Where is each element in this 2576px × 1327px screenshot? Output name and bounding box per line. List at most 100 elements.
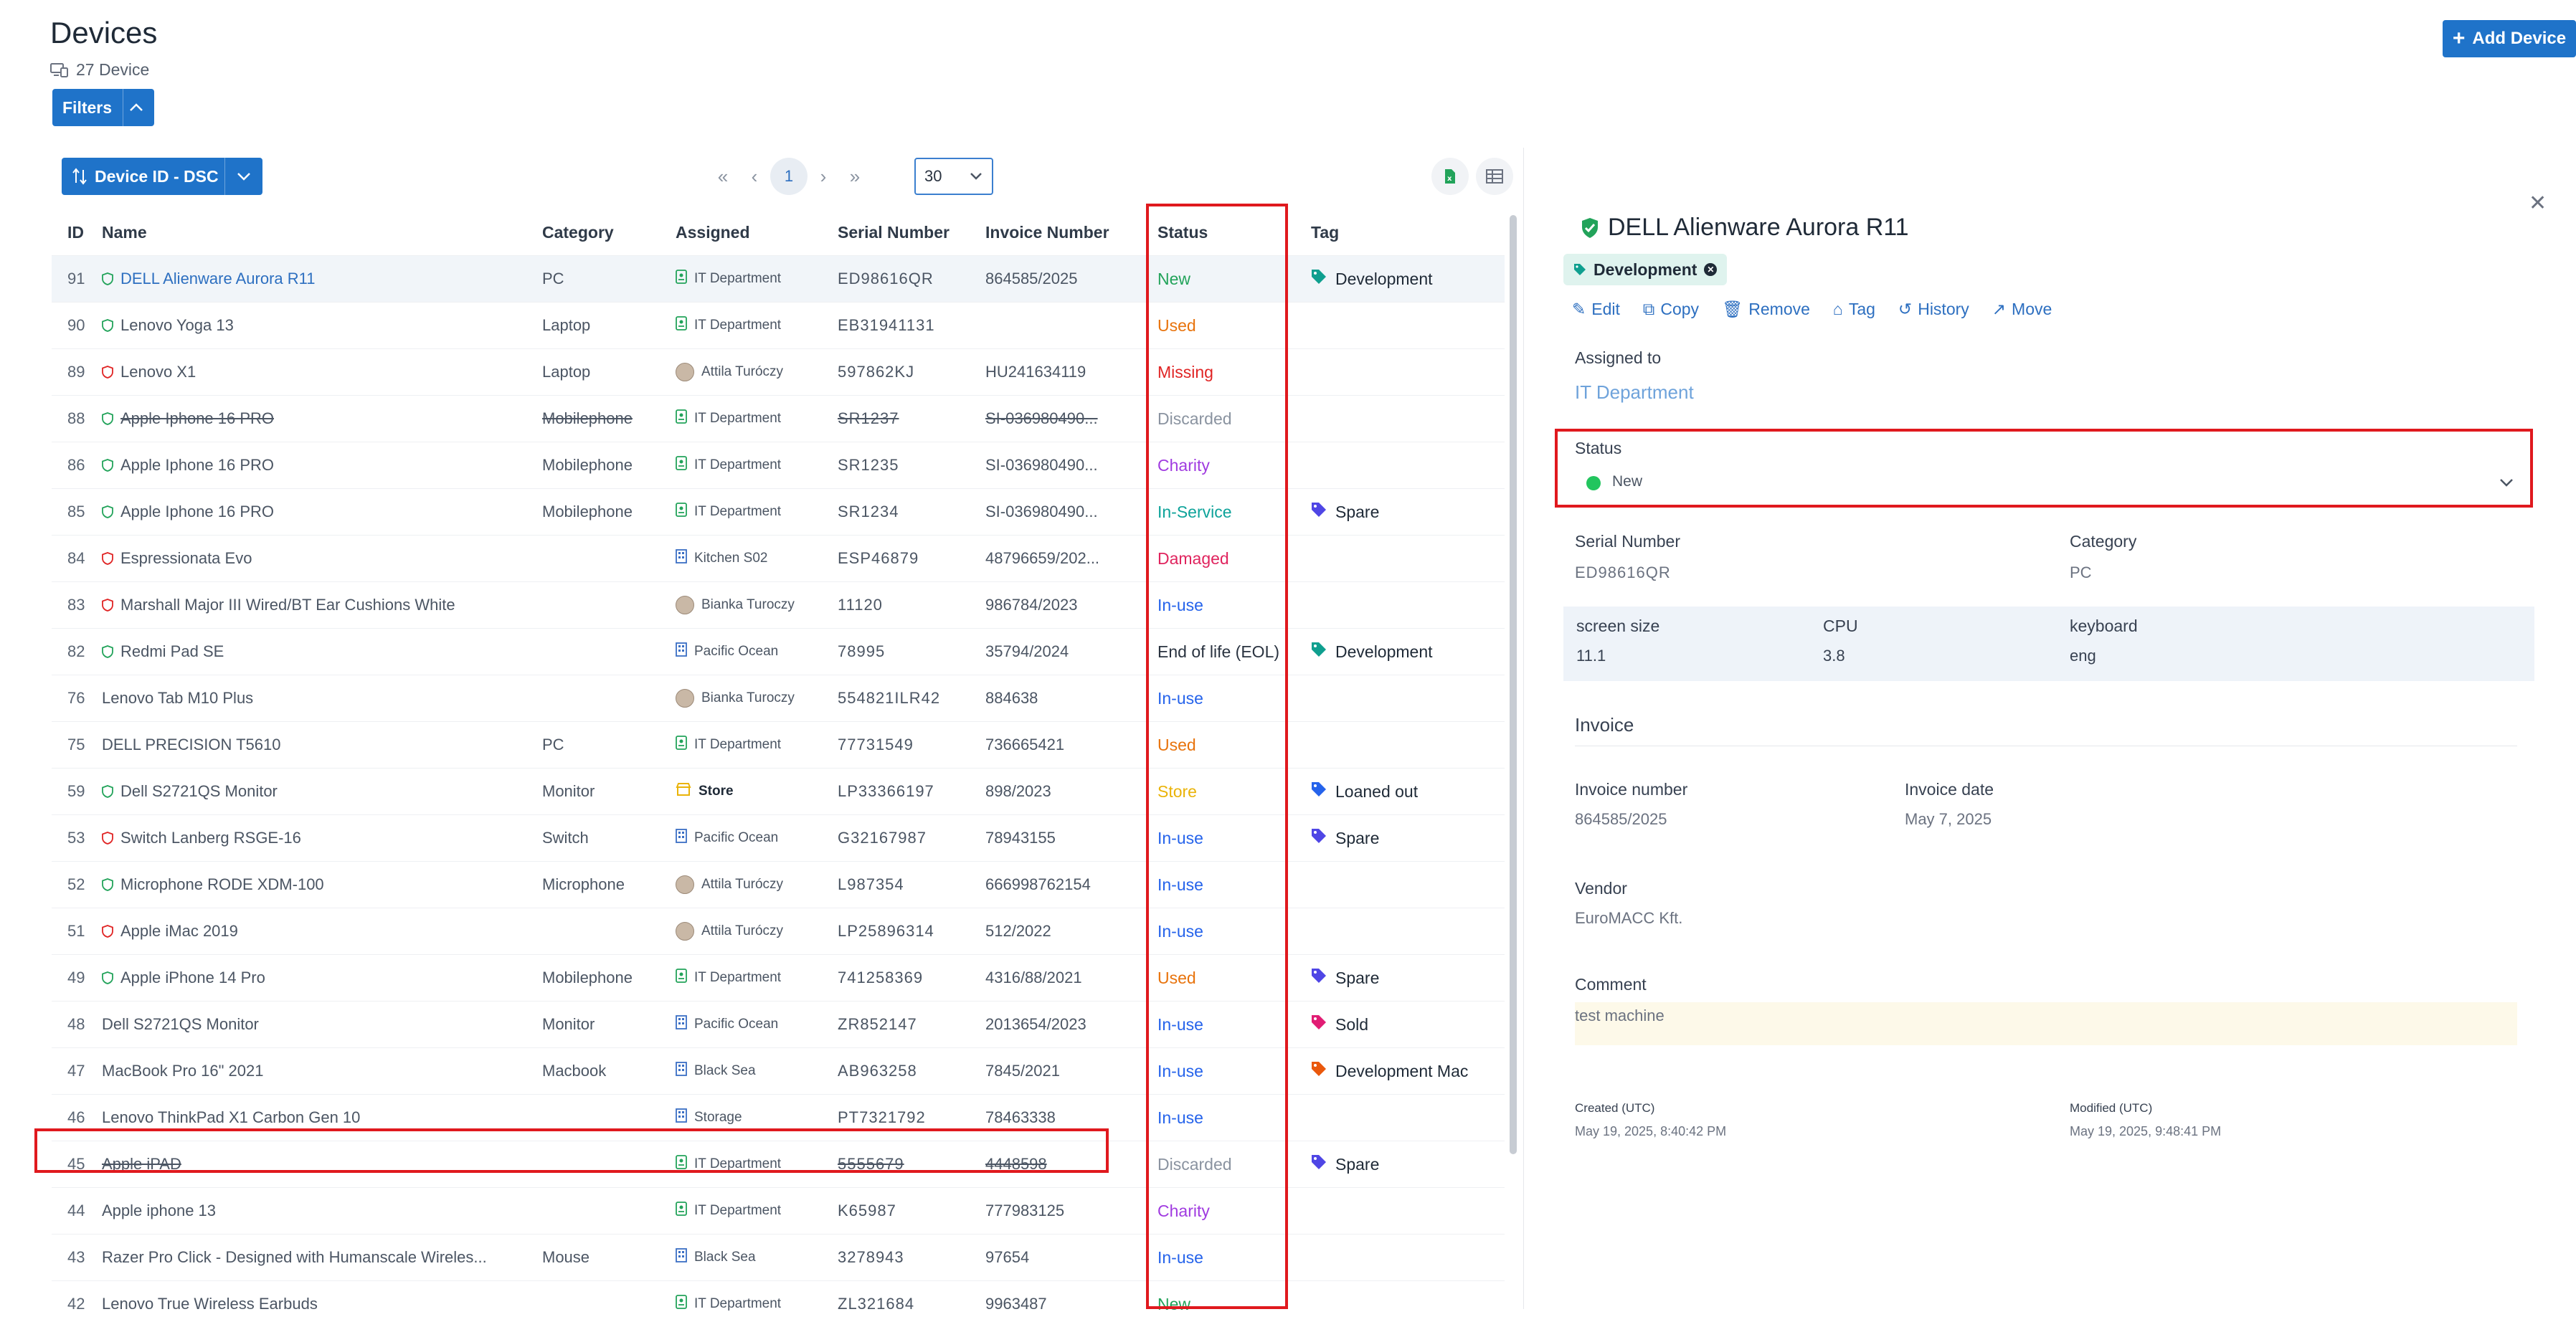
spec-label: keyboard	[2070, 617, 2138, 636]
assigned-name: IT Department	[694, 737, 781, 753]
last-page-icon[interactable]: »	[839, 161, 871, 192]
cell-serial: ZL321684	[838, 1281, 985, 1327]
close-icon[interactable]: ✕	[2529, 191, 2547, 216]
cell-category: PC	[542, 722, 676, 769]
copy-action[interactable]: ⧉Copy	[1643, 300, 1699, 319]
device-name[interactable]: Marshall Major III Wired/BT Ear Cushions…	[120, 596, 455, 614]
category-value: PC	[2070, 563, 2092, 582]
tag-label[interactable]: Spare	[1335, 503, 1379, 522]
prev-page-icon[interactable]: ‹	[739, 161, 770, 192]
tag-label[interactable]: Development	[1335, 270, 1433, 289]
building-icon	[676, 1062, 687, 1080]
remove-action[interactable]: 🗑Remove	[1722, 300, 1810, 319]
current-page[interactable]: 1	[770, 158, 808, 195]
cell-category: Macbook	[542, 1048, 676, 1095]
next-page-icon[interactable]: ›	[808, 161, 839, 192]
device-name[interactable]: Lenovo X1	[120, 363, 196, 381]
column-header-category[interactable]: Category	[542, 209, 676, 256]
assigned-value-link[interactable]: IT Department	[1575, 381, 1694, 404]
move-action[interactable]: ↗Move	[1992, 300, 2052, 319]
device-name[interactable]: Dell S2721QS Monitor	[120, 782, 278, 801]
cell-id: 47	[52, 1048, 102, 1095]
cell-tag	[1297, 1188, 1505, 1235]
device-name[interactable]: Apple Iphone 16 PRO	[120, 409, 274, 428]
column-header-invoice[interactable]: Invoice Number	[985, 209, 1143, 256]
cell-tag: Spare	[1297, 1141, 1505, 1188]
table-scrollbar[interactable]	[1510, 215, 1517, 1154]
chevron-up-icon	[128, 103, 144, 113]
device-name[interactable]: MacBook Pro 16" 2021	[102, 1062, 264, 1080]
device-name[interactable]: Lenovo ThinkPad X1 Carbon Gen 10	[102, 1108, 360, 1127]
device-name[interactable]: Lenovo Yoga 13	[120, 316, 234, 335]
cell-assigned: Store	[676, 769, 838, 815]
cell-category: Mouse	[542, 1235, 676, 1281]
cell-invoice: SI-036980490...	[985, 489, 1143, 536]
add-device-button[interactable]: + Add Device	[2443, 20, 2576, 57]
device-name[interactable]: Apple Iphone 16 PRO	[120, 456, 274, 475]
vendor-label: Vendor	[1575, 879, 1627, 898]
tag-label[interactable]: Spare	[1335, 829, 1379, 848]
sort-icon	[72, 168, 87, 185]
device-name[interactable]: Microphone RODE XDM-100	[120, 875, 324, 894]
tag-label[interactable]: Development	[1335, 642, 1433, 662]
sort-button[interactable]: Device ID - DSC	[62, 158, 262, 195]
tag-label[interactable]: Sold	[1335, 1015, 1368, 1035]
shield-check-icon	[102, 645, 113, 658]
cell-name: MacBook Pro 16" 2021	[102, 1048, 542, 1095]
export-excel-button[interactable]: x	[1431, 158, 1469, 195]
cell-tag	[1297, 1235, 1505, 1281]
device-name[interactable]: Apple Iphone 16 PRO	[120, 503, 274, 521]
shield-alert-icon	[102, 925, 113, 938]
column-settings-button[interactable]	[1476, 158, 1513, 195]
detail-tag-chip[interactable]: Development ✕	[1563, 254, 1727, 285]
column-header-name[interactable]: Name	[102, 209, 542, 256]
column-header-id[interactable]: ID	[52, 209, 102, 256]
cell-category: Mobilephone	[542, 396, 676, 442]
cell-assigned: IT Department	[676, 1188, 838, 1235]
invoice-heading: Invoice	[1575, 714, 1634, 736]
per-page-select[interactable]: 30	[914, 158, 993, 195]
cell-invoice: 9963487	[985, 1281, 1143, 1327]
tag-icon: ⌂	[1833, 300, 1843, 319]
cell-assigned: Kitchen S02	[676, 536, 838, 582]
trash-icon: 🗑	[1722, 300, 1743, 319]
history-action[interactable]: ↺History	[1898, 300, 1969, 319]
cell-invoice: SI-036980490...	[985, 442, 1143, 489]
tag-label[interactable]: Spare	[1335, 969, 1379, 988]
device-name[interactable]: Razer Pro Click - Designed with Humansca…	[102, 1248, 487, 1267]
device-name[interactable]: DELL Alienware Aurora R11	[120, 270, 316, 288]
chevron-down-icon	[236, 171, 252, 181]
tag-label[interactable]: Loaned out	[1335, 782, 1418, 802]
device-name[interactable]: Apple iPhone 14 Pro	[120, 969, 265, 987]
column-header-serial[interactable]: Serial Number	[838, 209, 985, 256]
device-name[interactable]: Redmi Pad SE	[120, 642, 224, 661]
cell-tag	[1297, 675, 1505, 722]
cell-id: 51	[52, 908, 102, 955]
cell-assigned: IT Department	[676, 1281, 838, 1327]
filters-button[interactable]: Filters	[52, 89, 154, 126]
device-name[interactable]: Apple iMac 2019	[120, 922, 238, 941]
device-name[interactable]: Apple iphone 13	[102, 1202, 216, 1220]
column-header-tag[interactable]: Tag	[1297, 209, 1505, 256]
tag-action[interactable]: ⌂Tag	[1833, 300, 1875, 319]
cell-serial: 554821ILR42	[838, 675, 985, 722]
first-page-icon[interactable]: «	[707, 161, 739, 192]
column-header-assigned[interactable]: Assigned	[676, 209, 838, 256]
cell-assigned: IT Department	[676, 955, 838, 1002]
assigned-name: IT Department	[694, 970, 781, 986]
edit-action[interactable]: ✎Edit	[1572, 300, 1620, 319]
device-name[interactable]: Dell S2721QS Monitor	[102, 1015, 259, 1034]
avatar	[676, 875, 694, 894]
tag-label[interactable]: Spare	[1335, 1155, 1379, 1174]
device-name[interactable]: DELL PRECISION T5610	[102, 736, 280, 754]
tag-icon	[1311, 781, 1327, 802]
remove-tag-icon[interactable]: ✕	[1704, 263, 1717, 276]
tag-label[interactable]: Development Mac	[1335, 1062, 1468, 1081]
device-name[interactable]: Espressionata Evo	[120, 549, 252, 568]
shield-check-icon	[102, 319, 113, 332]
status-select-highlight	[1555, 429, 2533, 508]
device-name[interactable]: Switch Lanberg RSGE-16	[120, 829, 301, 847]
device-name[interactable]: Lenovo True Wireless Earbuds	[102, 1295, 318, 1313]
cell-serial: ESP46879	[838, 536, 985, 582]
device-name[interactable]: Lenovo Tab M10 Plus	[102, 689, 253, 708]
